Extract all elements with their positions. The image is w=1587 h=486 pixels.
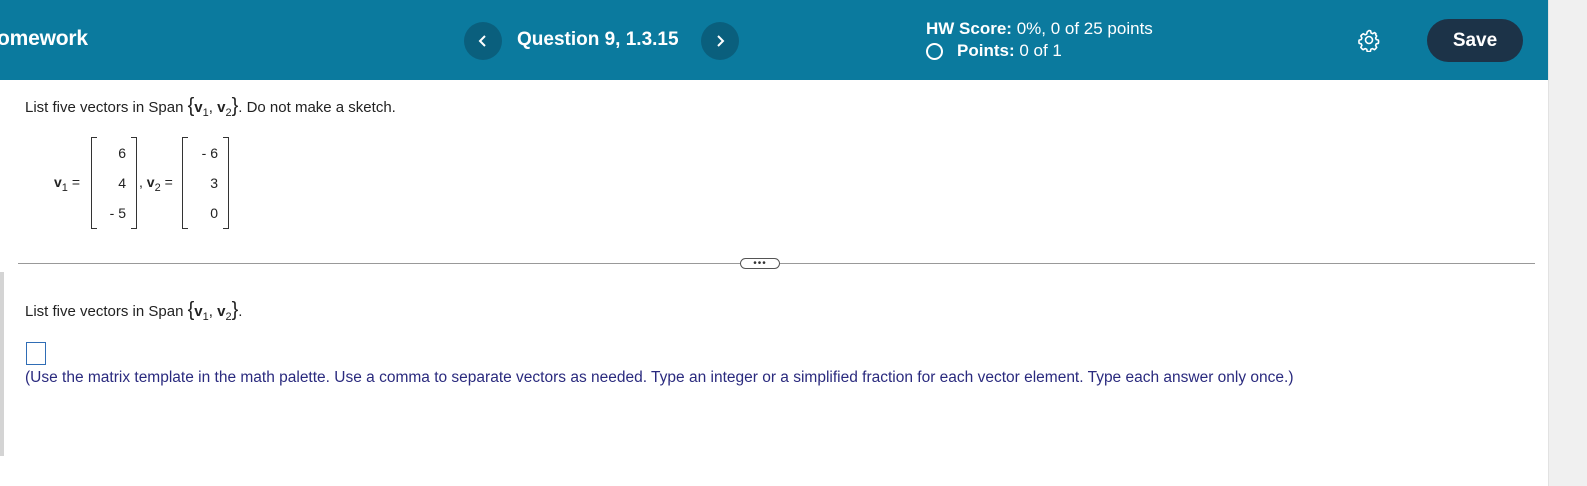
v2-entry-3: 0 [210,205,218,221]
v1-left-bracket [91,137,97,229]
answer-prompt-text: List five vectors in Span [25,303,184,320]
v1-entry-3: - 5 [109,205,126,221]
v2-sub: 2 [154,181,161,194]
hw-score-label: HW Score: [926,19,1012,38]
v1-equals: = [71,174,80,190]
v2-letter: v [146,174,155,190]
span-comma: , [208,99,213,116]
v1-entry-1: 6 [118,145,126,161]
points-value: 0 of 1 [1019,41,1062,60]
v2-right-bracket [223,137,229,229]
v2-left-bracket [182,137,188,229]
v1-letter: v [54,174,62,190]
next-question-button[interactable] [701,22,739,60]
gear-icon[interactable] [1357,28,1381,52]
problem-intro: List five vectors in Span [25,99,184,116]
app-title: omework [0,27,88,50]
save-button[interactable]: Save [1427,19,1523,62]
points: Points: 0 of 1 [926,41,1062,61]
problem-statement: List five vectors in Span {v1, v2}. Do n… [25,95,396,119]
left-scroll-edge [0,272,4,456]
v1-entry-2: 4 [118,175,126,191]
span-v1: v [194,99,203,116]
status-circle-icon [926,42,943,60]
hw-score: HW Score: 0%, 0 of 25 points [926,19,1153,39]
answer-prompt-suffix: . [238,303,243,320]
chevron-right-icon [717,35,725,47]
v2-entry-1: - 6 [201,145,218,161]
points-label: Points: [957,41,1015,60]
v1-label: v1 = [54,174,80,194]
top-bar: omework Question 9, 1.3.15 HW Score: 0%,… [0,0,1548,80]
chevron-left-icon [478,35,486,47]
answer-span-comma: , [208,303,213,320]
answer-hint: (Use the matrix template in the math pal… [25,369,1294,386]
answer-input[interactable] [26,342,46,365]
v2-entry-2: 3 [210,175,218,191]
expand-more-button[interactable]: ••• [740,258,780,269]
answer-span-v1: v [194,303,203,320]
v1-right-bracket [131,137,137,229]
question-title: Question 9, 1.3.15 [517,29,679,50]
hw-score-value: 0%, 0 of 25 points [1016,19,1153,38]
v2-label: , v2 = [139,174,173,194]
scrollbar[interactable] [1548,0,1587,486]
problem-suffix: . Do not make a sketch. [238,99,396,116]
answer-prompt: List five vectors in Span {v1, v2}. [25,299,242,323]
v2-equals: = [164,174,173,190]
previous-question-button[interactable] [464,22,502,60]
ellipsis-icon: ••• [753,257,767,269]
v1-sub: 1 [61,181,68,194]
vector-comma: , [139,174,143,190]
